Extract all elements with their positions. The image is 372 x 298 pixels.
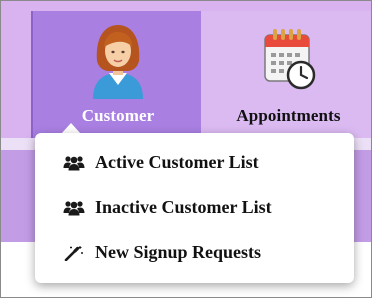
app-frame: Customer Appointments Active Customer Li… — [0, 0, 372, 298]
nav-item-customer[interactable]: Customer — [31, 11, 203, 138]
calendar-clock-icon — [261, 25, 317, 98]
customer-avatar-icon — [87, 21, 149, 104]
customer-dropdown-menu: Active Customer List Inactive Customer L… — [35, 133, 354, 283]
users-icon — [63, 200, 85, 216]
users-icon — [63, 155, 85, 171]
menu-item-label: Inactive Customer List — [95, 197, 272, 217]
menu-item-active-customer-list[interactable]: Active Customer List — [63, 152, 259, 173]
magic-wand-icon — [63, 245, 85, 261]
top-navbar: Customer Appointments — [1, 1, 371, 138]
nav-label-appointments: Appointments — [236, 106, 341, 125]
nav-item-appointments[interactable]: Appointments — [201, 11, 371, 138]
menu-item-label: Active Customer List — [95, 152, 259, 172]
menu-item-new-signup-requests[interactable]: New Signup Requests — [63, 242, 261, 263]
menu-item-inactive-customer-list[interactable]: Inactive Customer List — [63, 197, 272, 218]
menu-item-label: New Signup Requests — [95, 242, 262, 262]
nav-label-customer: Customer — [81, 106, 155, 125]
